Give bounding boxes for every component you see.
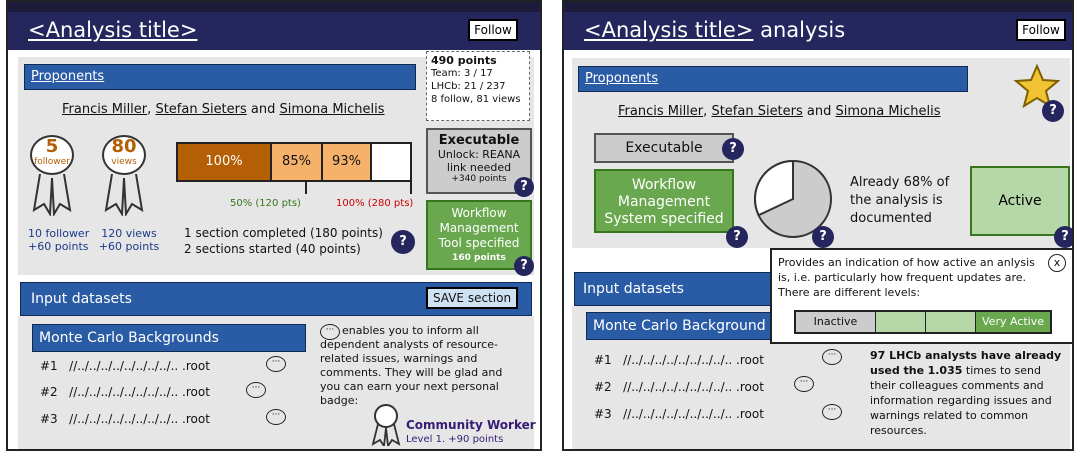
help-icon[interactable]: ? [1054, 226, 1072, 248]
right-mockup: <Analysis title> analysis Follow Propone… [562, 0, 1074, 451]
lhcb-rank: LHCb: 21 / 237 [431, 81, 506, 92]
dataset-row: #1 //../../../../../../../../.. .root [594, 353, 764, 367]
comments-info: enables you to inform all dependent anal… [320, 324, 503, 407]
proponent-1[interactable]: Francis Miller [618, 104, 703, 119]
proponent-1[interactable]: Francis Miller [62, 102, 147, 117]
progress-seg-2: 85% [270, 144, 321, 180]
milestone-2: 100% (280 pts) [336, 198, 414, 209]
help-icon[interactable]: ? [391, 230, 415, 254]
follow-views: 8 follow, 81 views [431, 94, 521, 105]
level-2 [876, 312, 926, 332]
comment-icon[interactable]: ··· [246, 382, 266, 398]
tooltip-text: Provides an indication of how active an … [778, 256, 1035, 299]
input-datasets-bar: Input datasets [574, 272, 774, 306]
save-section-button[interactable]: SAVE section [426, 287, 518, 309]
badge-icon [371, 404, 401, 446]
comment-icon[interactable]: ··· [822, 349, 842, 365]
level-very-active: Very Active [976, 312, 1050, 332]
activity-status[interactable]: Active [970, 166, 1070, 236]
badge-name: Community Worker [406, 418, 536, 432]
help-icon[interactable]: ? [812, 226, 834, 248]
top-strip [564, 2, 1072, 12]
badge-points: Level 1. +90 points [406, 434, 504, 445]
comment-icon[interactable]: ··· [266, 409, 286, 425]
top-strip [8, 2, 540, 12]
header: <Analysis title> Follow [8, 12, 540, 50]
milestone-1: 50% (120 pts) [230, 198, 301, 209]
help-icon[interactable]: ? [722, 138, 744, 160]
proponent-names: Francis Miller, Stefan Sieters and Simon… [62, 102, 385, 117]
views-count: 120 views +60 points [98, 227, 160, 253]
workflow-box[interactable]: Workflow Management System specified [594, 169, 734, 233]
dataset-row: #2 //../../../../../../../../.. .root [594, 380, 764, 394]
proponent-3[interactable]: Simona Michelis [280, 102, 385, 117]
proponents-bar: Proponents [24, 64, 416, 90]
level-inactive: Inactive [796, 312, 876, 332]
proponent-names: Francis Miller, Stefan Sieters and Simon… [618, 104, 941, 119]
progress-marker [305, 180, 307, 194]
proponents-bar: Proponents [578, 66, 968, 92]
dataset-row: #1 //../../../../../../../../.. .root [40, 359, 210, 373]
sections-completed: 1 section completed (180 points) [184, 226, 383, 240]
help-icon[interactable]: ? [514, 256, 534, 276]
progress-seg-1: 100% [178, 144, 270, 180]
help-icon[interactable]: ? [1042, 100, 1064, 122]
help-icon[interactable]: ? [726, 226, 748, 248]
header: <Analysis title> analysis Follow [564, 12, 1072, 50]
dataset-row: #2 //../../../../../../../../.. .root [40, 385, 210, 399]
proponent-2[interactable]: Stefan Sieters [155, 102, 246, 117]
dataset-row: #3 //../../../../../../../../.. .root [40, 412, 210, 426]
follow-button[interactable]: Follow [1016, 19, 1066, 41]
proponent-2[interactable]: Stefan Sieters [711, 104, 802, 119]
views-badge: 80 views [102, 135, 146, 175]
sections-started: 2 sections started (40 points) [184, 242, 361, 256]
comment-icon[interactable]: ··· [822, 404, 842, 420]
badge-ribbon-icon [104, 174, 144, 216]
dataset-row: #3 //../../../../../../../../.. .root [594, 407, 764, 421]
comment-icon[interactable]: ··· [794, 376, 814, 392]
follower-badge: 5 follower [30, 135, 74, 175]
proponent-3[interactable]: Simona Michelis [836, 104, 941, 119]
progress-bar: 100% 85% 93% [176, 142, 412, 182]
activity-tooltip: Provides an indication of how active an … [770, 248, 1072, 344]
lhcb-usage-text: 97 LHCb analysts have already used the 1… [870, 349, 1062, 437]
activity-scale: Inactive Very Active [794, 310, 1052, 334]
progress-seg-3: 93% [321, 144, 372, 180]
level-3 [926, 312, 976, 332]
executable-box[interactable]: Executable [594, 133, 734, 163]
mc-bar: Monte Carlo Backgrounds [32, 324, 306, 352]
follow-button[interactable]: Follow [468, 19, 518, 41]
badge-ribbon-icon [32, 174, 72, 216]
followers-count: 10 follower +60 points [28, 227, 90, 253]
documentation-text: Already 68% of the analysis is documente… [850, 175, 950, 226]
help-icon[interactable]: ? [514, 177, 534, 197]
close-icon[interactable]: x [1048, 254, 1066, 272]
points-total: 490 points [431, 54, 497, 67]
team-rank: Team: 3 / 17 [431, 68, 493, 79]
page-title: <Analysis title> [28, 18, 198, 42]
points-box: 490 points Team: 3 / 17 LHCb: 21 / 237 8… [426, 51, 530, 121]
left-mockup: <Analysis title> Follow Proponents 490 p… [6, 0, 542, 451]
progress-marker [410, 180, 412, 194]
page-title: <Analysis title> analysis [584, 18, 846, 42]
comment-icon[interactable]: ··· [266, 356, 286, 372]
